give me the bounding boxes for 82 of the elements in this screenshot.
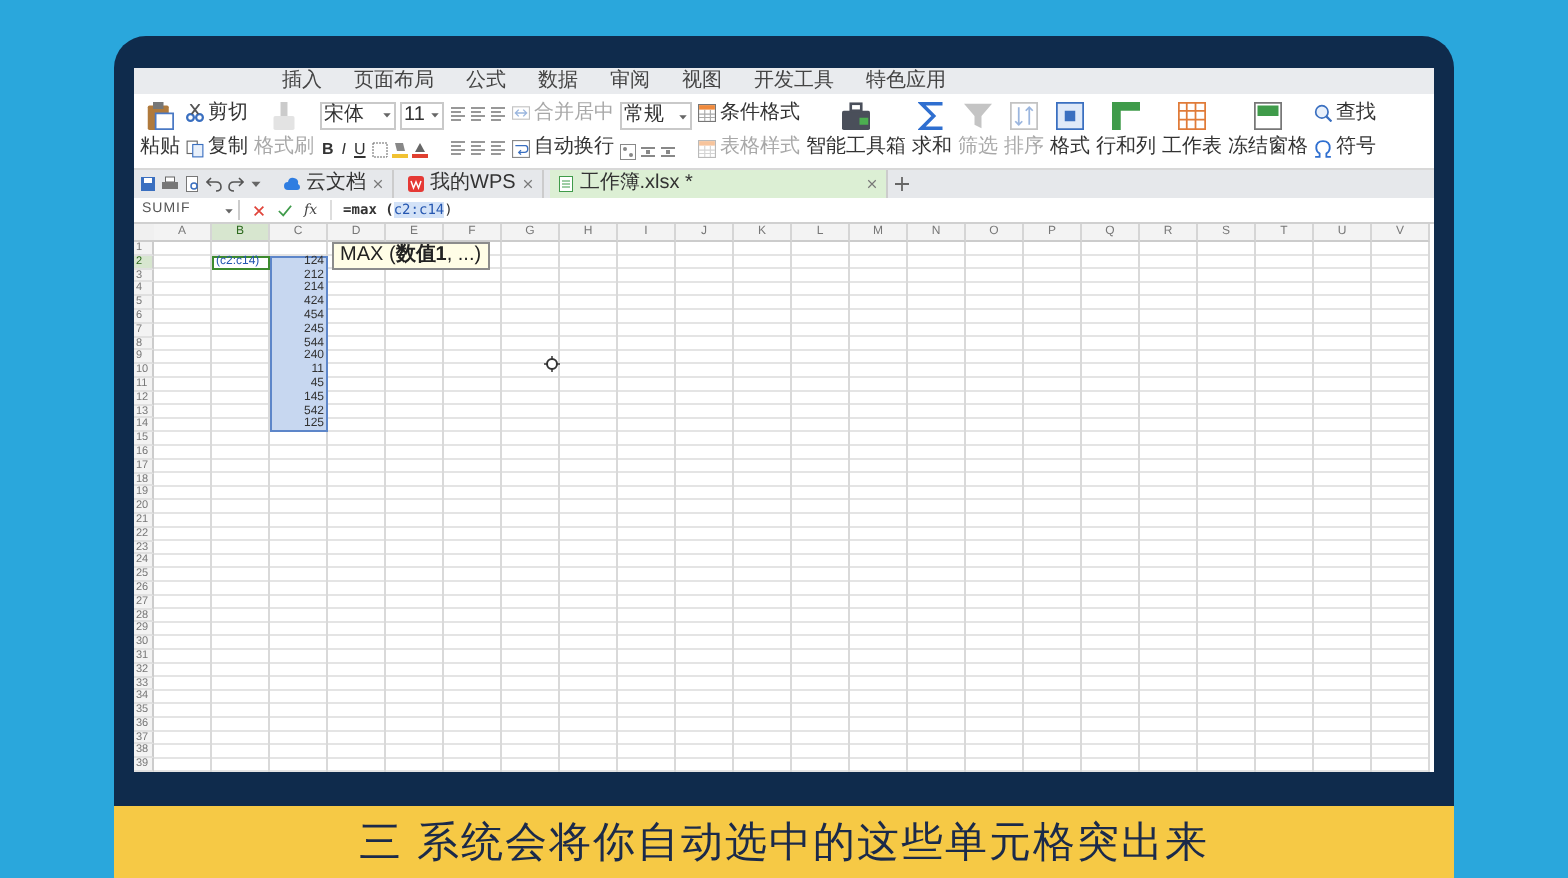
document-tab[interactable]: 我的WPS: [400, 170, 544, 198]
select-all-corner[interactable]: [134, 224, 154, 242]
freeze-panes-icon: [1254, 102, 1282, 130]
decimal-icon: [640, 143, 656, 160]
scissors-icon: [186, 104, 204, 123]
sum-icon: [918, 102, 946, 130]
document-tab[interactable]: 云文档: [276, 170, 394, 198]
font-name-field[interactable]: 宋体: [320, 101, 396, 130]
align-icon: [470, 105, 486, 122]
redo-icon: [228, 176, 244, 192]
document-tab[interactable]: 工作簿.xlsx *: [549, 170, 888, 198]
menu-tab[interactable]: 特色应用: [866, 68, 946, 94]
confirm-icon: [278, 203, 292, 217]
cursor-icon: [544, 356, 560, 372]
omega-icon: [1314, 139, 1332, 158]
ribbon-button[interactable]: 自动换行: [512, 136, 614, 161]
menu-tab[interactable]: 数据: [538, 68, 578, 94]
merge-cells-icon: [512, 104, 530, 123]
decimal-icon: [660, 143, 676, 160]
wrap-text-icon: [512, 139, 530, 158]
font-style-button[interactable]: B: [320, 140, 336, 161]
copy-icon: [186, 139, 204, 158]
menu-tab[interactable]: 公式: [466, 68, 506, 94]
dropdown-icon: [250, 178, 262, 190]
align-icon: [470, 140, 486, 157]
table-icon: [698, 104, 716, 123]
percent-icon: [620, 143, 636, 160]
ribbon-button[interactable]: 工作表: [1162, 98, 1222, 164]
ribbon-button[interactable]: 条件格式: [698, 101, 800, 126]
align-icon: [490, 140, 506, 157]
dropdown-icon: [224, 205, 234, 215]
font-size-field[interactable]: 11: [400, 101, 444, 130]
dropdown-icon: [678, 111, 688, 122]
align-icon: [490, 105, 506, 122]
search-icon: [1314, 104, 1332, 123]
fill-icon: [391, 142, 408, 159]
sheet-icon: [1178, 102, 1206, 130]
menu-tab[interactable]: 插入: [282, 68, 322, 94]
menu-tab[interactable]: 页面布局: [354, 68, 434, 94]
sort-icon: [1010, 102, 1038, 130]
font-color-icon: [411, 142, 428, 159]
ribbon-button[interactable]: 求和: [912, 98, 952, 164]
border-icon: [371, 142, 388, 159]
dropdown-icon: [430, 110, 440, 121]
toolbox-icon: [842, 102, 870, 130]
font-style-button[interactable]: I: [339, 140, 349, 161]
ribbon-button[interactable]: 符号: [1314, 136, 1376, 161]
grid-icon: [1056, 102, 1084, 130]
menu-tab[interactable]: 视图: [682, 68, 722, 94]
add-icon: [893, 176, 910, 192]
close-icon: [372, 178, 384, 190]
clipboard-icon: [146, 102, 174, 130]
menu-tab[interactable]: 开发工具: [754, 68, 834, 94]
undo-icon: [206, 176, 222, 192]
ribbon-button[interactable]: 智能工具箱: [806, 98, 906, 164]
caption-text: 三 系统会将你自动选中的这些单元格突出来: [359, 818, 1209, 870]
close-icon: [521, 178, 534, 190]
dropdown-icon: [382, 110, 392, 121]
save-icon: [140, 176, 156, 192]
ribbon-button[interactable]: 冻结窗格: [1228, 98, 1308, 164]
function-tooltip: MAX (数值1, ...): [332, 242, 490, 270]
ribbon-button[interactable]: 查找: [1314, 101, 1376, 126]
font-style-button[interactable]: U: [352, 140, 368, 161]
close-icon: [865, 178, 878, 190]
preview-icon: [184, 176, 200, 192]
brush-icon: [270, 102, 298, 130]
ribbon-button[interactable]: 行和列: [1096, 98, 1156, 164]
align-icon: [450, 105, 466, 122]
ribbon-button[interactable]: 剪切: [186, 101, 248, 126]
cloud-icon: [284, 176, 300, 192]
ribbon-button[interactable]: 格式: [1050, 98, 1090, 164]
menu-tab[interactable]: 审阅: [610, 68, 650, 94]
cancel-icon: [252, 203, 266, 217]
print-icon: [162, 176, 178, 192]
ribbon-button[interactable]: 粘贴: [140, 98, 180, 164]
number-format-field[interactable]: 常规: [620, 102, 692, 131]
logo-icon: [408, 176, 424, 192]
ribbon-button[interactable]: 复制: [186, 136, 248, 161]
spreadsheet-icon: [557, 176, 574, 192]
filter-icon: [964, 102, 992, 130]
align-icon: [450, 140, 466, 157]
table-icon: [698, 139, 716, 158]
